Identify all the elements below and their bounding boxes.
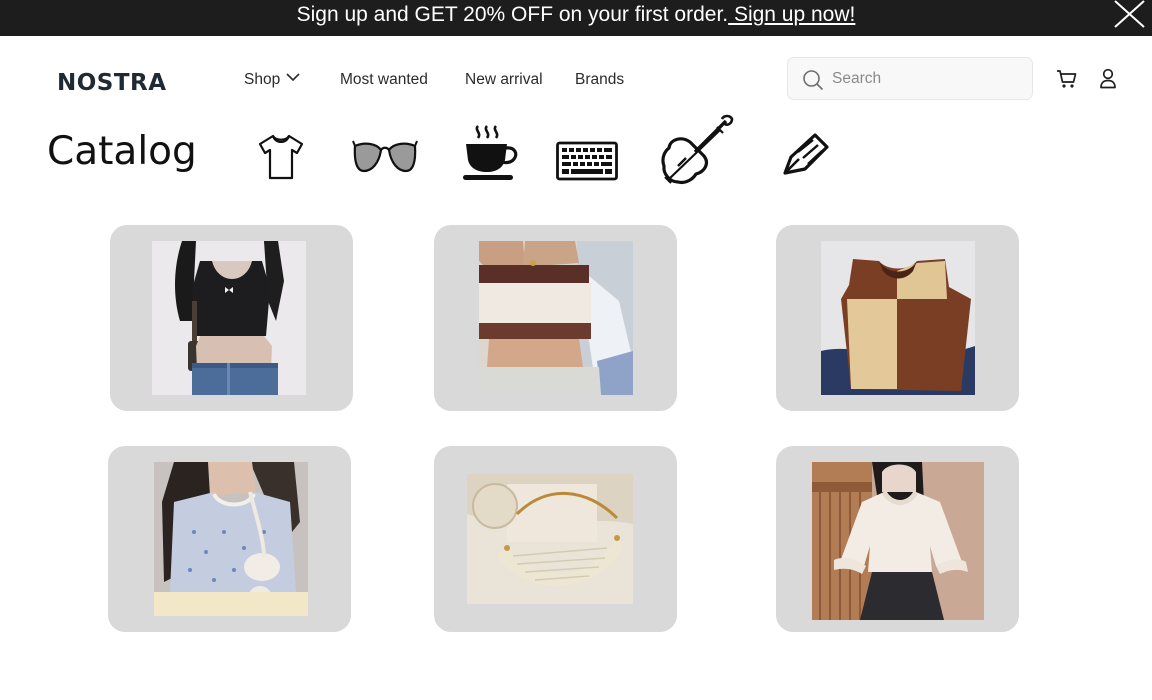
nav-shop[interactable]: Shop	[244, 70, 300, 90]
product-card[interactable]	[434, 446, 677, 632]
nav-brands[interactable]: Brands	[575, 70, 624, 90]
product-card[interactable]	[108, 446, 351, 632]
nav-most-wanted[interactable]: Most wanted	[340, 70, 428, 90]
product-card[interactable]	[434, 225, 677, 411]
user-icon[interactable]	[1099, 68, 1117, 89]
nav-shop-label: Shop	[244, 71, 281, 88]
tshirt-icon[interactable]	[256, 133, 306, 181]
black-crop-top-photo	[152, 241, 306, 395]
sign-up-link[interactable]: Sign up now!	[728, 3, 855, 26]
pen-nib-icon[interactable]	[782, 132, 830, 176]
cream-shoulder-bag-photo	[467, 474, 633, 604]
floral-cardigan-photo	[154, 462, 308, 616]
catalog-title: Catalog	[47, 129, 197, 174]
logo[interactable]: NOSTRA	[57, 70, 167, 96]
chevron-down-icon	[286, 73, 300, 82]
keyboard-icon[interactable]	[556, 141, 618, 181]
ruffle-blouse-photo	[812, 462, 984, 620]
promo-text: Sign up and GET 20% OFF on your first or…	[296, 3, 729, 26]
product-card[interactable]	[776, 225, 1019, 411]
promo-banner: Sign up and GET 20% OFF on your first or…	[0, 0, 1152, 36]
knit-crop-top-photo	[479, 241, 633, 395]
knit-vest-photo	[821, 241, 975, 395]
search-box	[787, 57, 1033, 100]
violin-icon[interactable]	[660, 114, 734, 186]
coffee-cup-icon[interactable]	[460, 124, 520, 182]
cart-icon[interactable]	[1056, 69, 1078, 89]
search-icon	[803, 70, 824, 91]
search-input[interactable]	[832, 68, 1022, 90]
close-icon[interactable]	[1112, 0, 1146, 28]
product-card[interactable]	[110, 225, 353, 411]
product-card[interactable]	[776, 446, 1019, 632]
nav-new-arrival[interactable]: New arrival	[465, 70, 543, 90]
sunglasses-icon[interactable]	[352, 138, 418, 176]
